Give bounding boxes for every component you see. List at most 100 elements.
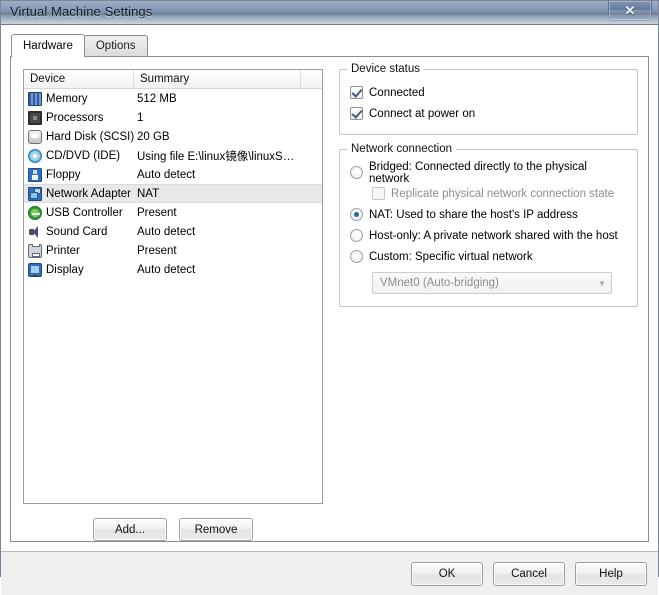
device-summary-cell: NAT	[137, 187, 160, 200]
column-header-summary[interactable]: Summary	[134, 70, 301, 88]
replicate-physical-state-checkbox	[372, 187, 385, 200]
connected-checkbox[interactable]	[350, 86, 363, 99]
table-row[interactable]: Hard Disk (SCSI) 20 GB	[24, 127, 322, 146]
device-status-group: Device status Connected Connect at power…	[339, 63, 638, 135]
table-row[interactable]: Display Auto detect	[24, 260, 322, 279]
device-name-cell: CD/DVD (IDE)	[24, 148, 134, 163]
display-icon	[28, 262, 42, 277]
device-name-cell: Network Adapter	[24, 186, 134, 201]
settings-column: Device status Connected Connect at power…	[323, 63, 638, 541]
table-row[interactable]: Printer Present	[24, 241, 322, 260]
column-header-extra[interactable]	[301, 70, 322, 88]
window-title: Virtual Machine Settings	[10, 4, 153, 19]
device-label: Sound Card	[46, 225, 108, 238]
device-name-cell: USB Controller	[24, 205, 134, 220]
hard-disk-icon	[28, 129, 42, 144]
network-connection-group: Network connection Bridged: Connected di…	[339, 143, 638, 307]
device-summary-cell: Auto detect	[137, 263, 196, 276]
cpu-icon	[28, 110, 42, 125]
table-row[interactable]: Sound Card Auto detect	[24, 222, 322, 241]
device-label: Processors	[46, 111, 104, 124]
connect-at-power-on-checkbox-row[interactable]: Connect at power on	[350, 103, 627, 124]
hardware-tab-panel: Device Summary Memory 512 MB Processors …	[10, 56, 649, 542]
table-row[interactable]: CD/DVD (IDE) Using file E:\linux镜像\linux…	[24, 146, 322, 165]
cancel-button[interactable]: Cancel	[493, 561, 565, 586]
table-row-selected[interactable]: Network Adapter NAT	[24, 184, 322, 203]
device-label: Memory	[46, 92, 88, 105]
device-list[interactable]: Device Summary Memory 512 MB Processors …	[23, 69, 323, 504]
device-list-header: Device Summary	[24, 70, 322, 89]
device-name-cell: Display	[24, 262, 134, 277]
connected-checkbox-row[interactable]: Connected	[350, 82, 627, 103]
table-row[interactable]: Floppy Auto detect	[24, 165, 322, 184]
printer-icon	[28, 243, 42, 258]
device-summary-cell: Present	[137, 244, 177, 257]
usb-icon	[28, 205, 42, 220]
table-row[interactable]: Processors 1	[24, 108, 322, 127]
remove-device-button[interactable]: Remove	[179, 518, 253, 541]
dialog-footer: OK Cancel Help	[1, 551, 658, 595]
device-name-cell: Memory	[24, 91, 134, 106]
close-button[interactable]: ✕	[608, 1, 652, 21]
device-summary-cell: Auto detect	[137, 225, 196, 238]
device-name-cell: Floppy	[24, 167, 134, 182]
cd-dvd-icon	[28, 148, 42, 163]
tab-hardware-label: Hardware	[23, 40, 73, 52]
device-summary-cell: 1	[137, 111, 144, 124]
nat-radio[interactable]	[350, 208, 363, 221]
bridged-radio[interactable]	[350, 166, 363, 179]
sound-card-icon	[28, 225, 42, 239]
device-label: Floppy	[46, 168, 81, 181]
radio-row-custom[interactable]: Custom: Specific virtual network	[350, 246, 627, 267]
device-summary-cell: Present	[137, 206, 177, 219]
client-area: Hardware Options Device Summary Memory 5…	[1, 25, 658, 595]
column-header-device[interactable]: Device	[24, 70, 134, 88]
device-summary-cell: 512 MB	[137, 92, 177, 105]
add-device-button[interactable]: Add...	[93, 518, 167, 541]
device-list-buttons: Add... Remove	[23, 518, 323, 541]
bridged-label: Bridged: Connected directly to the physi…	[369, 160, 587, 185]
device-label: CD/DVD (IDE)	[46, 149, 121, 162]
connected-label: Connected	[369, 86, 425, 99]
close-icon: ✕	[624, 3, 636, 18]
vmnet-select-value: VMnet0 (Auto-bridging)	[380, 277, 499, 289]
tab-strip: Hardware Options	[11, 34, 658, 57]
device-name-cell: Sound Card	[24, 225, 134, 239]
host-only-radio[interactable]	[350, 229, 363, 242]
device-list-column: Device Summary Memory 512 MB Processors …	[23, 69, 323, 541]
title-bar: Virtual Machine Settings ✕	[1, 1, 658, 25]
radio-row-host-only[interactable]: Host-only: A private network shared with…	[350, 225, 627, 246]
virtual-machine-settings-window: Virtual Machine Settings ✕ Hardware Opti…	[0, 0, 659, 595]
floppy-icon	[28, 167, 42, 182]
tab-options[interactable]: Options	[83, 35, 148, 56]
table-row[interactable]: Memory 512 MB	[24, 89, 322, 108]
ok-button[interactable]: OK	[411, 561, 483, 586]
device-label: Printer	[46, 244, 80, 257]
radio-row-nat[interactable]: NAT: Used to share the host's IP address	[350, 204, 627, 225]
network-connection-group-label: Network connection	[347, 143, 456, 155]
device-name-cell: Hard Disk (SCSI)	[24, 129, 134, 144]
device-label: Hard Disk (SCSI)	[46, 130, 134, 143]
tab-hardware[interactable]: Hardware	[11, 34, 85, 57]
tab-options-label: Options	[95, 40, 136, 52]
device-summary-cell: Auto detect	[137, 168, 196, 181]
device-label: Network Adapter	[46, 187, 132, 200]
nat-label: NAT: Used to share the host's IP address	[369, 208, 578, 221]
device-summary-cell: 20 GB	[137, 130, 170, 143]
device-label: Display	[46, 263, 84, 276]
memory-icon	[28, 91, 42, 106]
connect-at-power-on-checkbox[interactable]	[350, 107, 363, 120]
network-adapter-icon	[28, 186, 42, 201]
help-button[interactable]: Help	[575, 561, 647, 586]
connect-at-power-on-label: Connect at power on	[369, 107, 476, 120]
custom-radio[interactable]	[350, 250, 363, 263]
device-label: USB Controller	[46, 206, 123, 219]
device-summary-cell: Using file E:\linux镜像\linuxS…	[137, 150, 295, 163]
vmnet-select: VMnet0 (Auto-bridging) ▼	[372, 272, 612, 294]
chevron-down-icon: ▼	[598, 278, 606, 288]
device-name-cell: Processors	[24, 110, 134, 125]
radio-row-bridged[interactable]: Bridged: Connected directly to the physi…	[350, 160, 627, 185]
custom-label: Custom: Specific virtual network	[369, 250, 533, 263]
table-row[interactable]: USB Controller Present	[24, 203, 322, 222]
host-only-label: Host-only: A private network shared with…	[369, 229, 618, 242]
